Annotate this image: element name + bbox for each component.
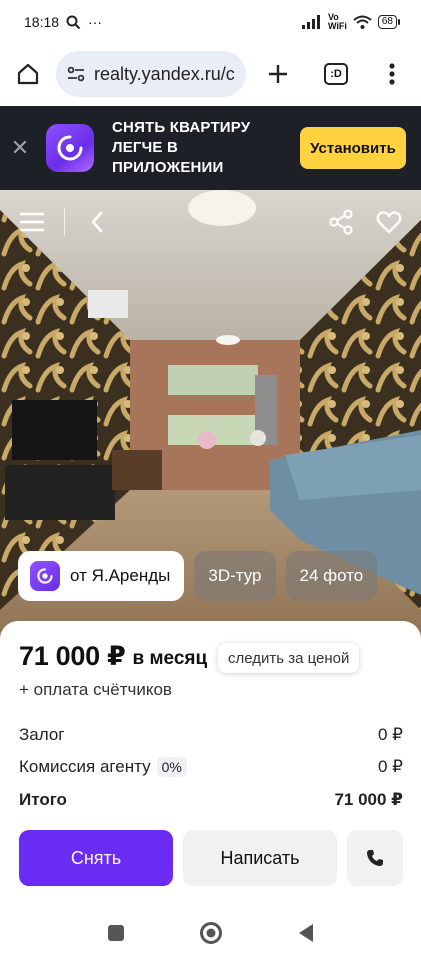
home-button[interactable] [0,44,56,104]
total-row: Итого 71 000 ₽ [19,790,403,810]
arenda-chip[interactable]: от Я.Аренды [18,551,185,601]
price: 71 000 ₽ [19,641,126,671]
home-icon [17,63,39,85]
status-right: Vo WiFi 68 [301,13,401,31]
more-vert-icon [389,63,395,85]
site-settings-icon[interactable] [66,64,86,84]
new-tab-button[interactable] [248,44,308,104]
listing-details-sheet: 71 000 ₽ в месяц следить за ценой + опла… [0,621,421,906]
url-text: realty.yandex.ru/c [94,63,235,84]
total-label: Итого [19,790,67,809]
close-banner-button[interactable]: ✕ [0,106,40,190]
tabs-icon: :D [324,63,348,85]
heart-icon [376,211,402,234]
call-button[interactable] [347,830,403,886]
system-nav-bar [0,906,421,960]
wifi-icon [353,15,372,29]
3d-tour-chip[interactable]: 3D-тур [194,551,276,601]
status-more: ··· [88,14,103,30]
back-triangle-icon[interactable] [297,923,315,943]
commission-label: Комиссия агенту [19,757,151,776]
rent-button[interactable]: Снять [19,830,173,886]
status-left: 18:18 ··· [24,14,102,30]
promo-text: СНЯТЬ КВАРТИРУ ЛЕГЧЕ В ПРИЛОЖЕНИИ [112,119,251,176]
arenda-chip-label: от Я.Аренды [70,566,171,585]
photo-toolbar [0,190,421,254]
recents-square-icon[interactable] [107,924,125,942]
write-button[interactable]: Написать [183,830,337,886]
photo-chips: от Я.Аренды 3D-тур 24 фото [18,551,378,601]
app-promo-banner: ✕ СНЯТЬ КВАРТИРУ ЛЕГЧЕ В ПРИЛОЖЕНИИ Уста… [0,106,421,190]
watch-price-button[interactable]: следить за ценой [218,643,360,673]
favorite-button[interactable] [365,190,413,254]
share-button[interactable] [317,190,365,254]
phone-icon [367,850,383,866]
address-bar[interactable]: realty.yandex.ru/c [56,51,246,97]
listing-photo[interactable]: от Я.Аренды 3D-тур 24 фото [0,190,421,640]
commission-badge: 0% [156,757,187,777]
commission-row: Комиссия агенту 0% 0 ₽ [19,757,403,777]
deposit-label: Залог [19,725,65,744]
browser-toolbar: realty.yandex.ru/c :D [0,44,421,104]
hamburger-icon [20,212,44,232]
plus-icon [269,65,287,83]
arenda-logo-icon [30,561,60,591]
back-button[interactable] [65,190,129,254]
total-value: 71 000 ₽ [334,790,403,809]
price-period: в месяц [132,647,208,669]
price-row: 71 000 ₽ в месяц [19,641,207,672]
share-icon [329,209,353,235]
install-app-button[interactable]: Установить [300,127,406,169]
search-icon [66,15,81,29]
tabs-button[interactable]: :D [308,44,364,104]
action-buttons: Снять Написать [19,830,403,886]
app-logo-icon [46,124,94,172]
vowifi-bottom: WiFi [327,21,347,31]
clock: 18:18 [24,14,60,30]
meter-payment-note: + оплата счётчиков [19,680,172,699]
deposit-value: 0 ₽ [378,725,403,744]
browser-menu-button[interactable] [364,44,420,104]
deposit-row: Залог 0 ₽ [19,725,403,745]
chevron-left-icon [91,211,103,233]
battery-indicator: 68 [377,15,401,29]
home-circle-icon[interactable] [199,921,223,945]
vowifi-indicator: Vo WiFi [328,13,347,31]
signal-icon [301,15,320,29]
menu-button[interactable] [0,190,64,254]
photos-count-chip[interactable]: 24 фото [285,551,378,601]
status-bar: 18:18 ··· Vo WiFi 68 [0,0,421,44]
commission-value: 0 ₽ [378,757,403,776]
